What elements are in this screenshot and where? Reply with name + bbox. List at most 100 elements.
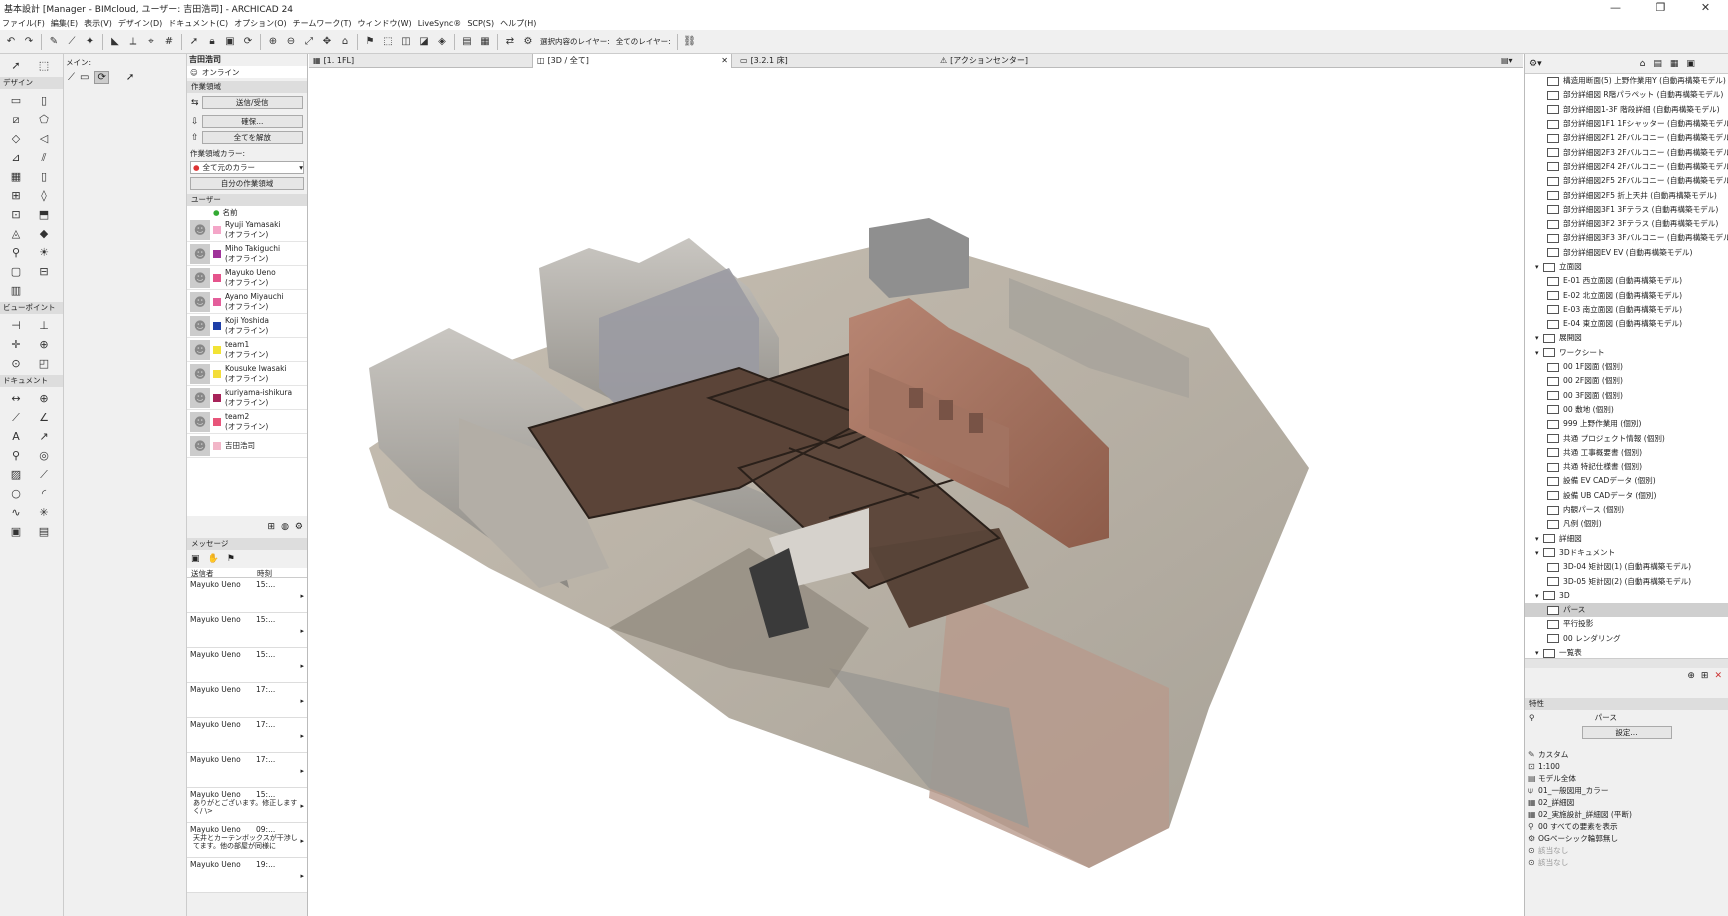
- rectangle-method-icon[interactable]: ▭: [80, 72, 89, 83]
- user-row[interactable]: ☻ Ayano Miyauchi (オフライン): [187, 290, 307, 314]
- expand-arrow-icon[interactable]: ▸: [300, 837, 304, 845]
- workspace-header[interactable]: 作業領域: [187, 81, 307, 93]
- new-folder-icon[interactable]: ⊞: [1701, 671, 1709, 681]
- worksheet-tool-icon[interactable]: ⊕: [30, 335, 58, 354]
- navigator-folder[interactable]: ▾ 立面図: [1525, 260, 1728, 274]
- reserve-button[interactable]: 確保...: [201, 115, 303, 128]
- select-icon[interactable]: ➚: [187, 35, 201, 49]
- column-tool-icon[interactable]: ▯: [30, 91, 58, 110]
- render-icon[interactable]: ◈: [435, 35, 449, 49]
- request-icon[interactable]: ✋: [208, 554, 219, 564]
- message-item[interactable]: Mayuko Ueno 17:... ▸: [187, 753, 307, 788]
- elevation-tool-icon[interactable]: ⊥: [30, 316, 58, 335]
- label-tool-icon[interactable]: ↗: [30, 427, 58, 446]
- circle-tool-icon[interactable]: ○: [2, 484, 30, 503]
- navigator-view-item[interactable]: 平行投影: [1525, 617, 1728, 631]
- maximize-button[interactable]: ❐: [1638, 0, 1683, 16]
- expand-icon[interactable]: ▾: [1535, 589, 1543, 603]
- home-icon[interactable]: ⌂: [338, 35, 352, 49]
- text-tool-icon[interactable]: A: [2, 427, 30, 446]
- guide-line-icon[interactable]: ⟂: [126, 35, 140, 49]
- navigator-view-item[interactable]: E-02 北立面図 (自動再構築モデル): [1525, 288, 1728, 302]
- arc-tool-icon[interactable]: ◜: [30, 484, 58, 503]
- layout-icon[interactable]: ▤: [460, 35, 474, 49]
- navigator-view-item[interactable]: 部分詳細図2F4 2Fバルコニー (自動再構築モデル): [1525, 160, 1728, 174]
- minimize-button[interactable]: —: [1593, 0, 1638, 16]
- color-wheel-icon[interactable]: ◍: [281, 522, 289, 532]
- menu-scp[interactable]: SCP(S): [467, 19, 494, 28]
- figure-tool-icon-2[interactable]: ◎: [30, 446, 58, 465]
- link-icon[interactable]: ⛓: [683, 35, 697, 49]
- navigator-view-item[interactable]: 3D-04 矩計図(1) (自動再構築モデル): [1525, 560, 1728, 574]
- navigator-view-item[interactable]: 部分詳細図3F1 3Fテラス (自動再構築モデル): [1525, 203, 1728, 217]
- navigator-view-item[interactable]: 設備 EV CADデータ (個別): [1525, 474, 1728, 488]
- change-tool-icon[interactable]: ◰: [30, 354, 58, 373]
- user-row[interactable]: ☻ kuriyama-ishikura (オフライン): [187, 386, 307, 410]
- expand-icon[interactable]: ▾: [1535, 646, 1543, 658]
- menu-view[interactable]: 表示(V): [84, 18, 112, 29]
- message-item[interactable]: Mayuko Ueno 15:... ▸: [187, 648, 307, 683]
- beam-tool-icon[interactable]: ⧄: [2, 110, 30, 129]
- 3d-viewport[interactable]: [309, 68, 1523, 916]
- menu-teamwork[interactable]: チームワーク(T): [293, 18, 352, 29]
- spline-tool-icon[interactable]: ∿: [2, 503, 30, 522]
- navigator-view-item[interactable]: 部分詳細図3F2 3Fテラス (自動再構築モデル): [1525, 217, 1728, 231]
- user-row[interactable]: ☻ Kousuke Iwasaki (オフライン): [187, 362, 307, 386]
- section-icon[interactable]: ◫: [399, 35, 413, 49]
- property-row[interactable]: ▦ 02_実施設計_詳細図 (平断): [1525, 809, 1728, 821]
- horizontal-scrollbar[interactable]: [1525, 658, 1728, 668]
- morph2-tool-icon[interactable]: ▢: [2, 262, 30, 281]
- tab-1fl[interactable]: ▦ [1. 1FL]: [309, 54, 509, 68]
- angle-dimension-tool-icon[interactable]: ∠: [30, 408, 58, 427]
- navigator-view-item[interactable]: 設備 UB CADデータ (個別): [1525, 489, 1728, 503]
- menu-help[interactable]: ヘルプ(H): [500, 18, 536, 29]
- orbit-icon[interactable]: ⟳: [241, 35, 255, 49]
- message-item[interactable]: Mayuko Ueno 15:... ▸: [187, 613, 307, 648]
- expand-arrow-icon[interactable]: ▸: [300, 627, 304, 635]
- user-row[interactable]: ☻ team1 (オフライン): [187, 338, 307, 362]
- clone-icon[interactable]: ⊕: [1687, 671, 1695, 681]
- navigator-view-item[interactable]: 部分詳細図 R階パラペット (自動再構築モデル): [1525, 88, 1728, 102]
- menu-window[interactable]: ウィンドウ(W): [358, 18, 412, 29]
- navigator-view-item[interactable]: 凡例 (個別): [1525, 517, 1728, 531]
- expand-icon[interactable]: ▾: [1535, 346, 1543, 360]
- message-item[interactable]: Mayuko Ueno 15:... ▸: [187, 578, 307, 613]
- pan-icon[interactable]: ✥: [320, 35, 334, 49]
- flag-icon[interactable]: ⚑: [363, 35, 377, 49]
- project-map-icon[interactable]: ⌂: [1640, 59, 1646, 69]
- navigator-view-item[interactable]: 999 上野作業用 (個別): [1525, 417, 1728, 431]
- property-row[interactable]: ⊡ 1:100: [1525, 761, 1728, 773]
- navigator-view-item[interactable]: 部分詳細図2F3 2Fバルコニー (自動再構築モデル): [1525, 145, 1728, 159]
- navigator-view-item[interactable]: 部分詳細図2F5 折上天井 (自動再構築モデル): [1525, 188, 1728, 202]
- menu-file[interactable]: ファイル(F): [2, 18, 45, 29]
- grid-tool-icon[interactable]: ⊟: [30, 262, 58, 281]
- expand-arrow-icon[interactable]: ▸: [300, 872, 304, 880]
- message-item[interactable]: Mayuko Ueno 17:... ▸: [187, 718, 307, 753]
- properties-header[interactable]: 特性: [1525, 698, 1728, 710]
- user-row[interactable]: ☻ Mayuko Ueno (オフライン): [187, 266, 307, 290]
- redo-icon[interactable]: ↷: [22, 35, 36, 49]
- expand-icon[interactable]: ▾: [1535, 260, 1543, 274]
- picture-tool-icon[interactable]: ▣: [2, 522, 30, 541]
- navigator-view-item[interactable]: 共通 プロジェクト情報 (個別): [1525, 431, 1728, 445]
- undo-icon[interactable]: ↶: [4, 35, 18, 49]
- drawing-tool-icon[interactable]: ▤: [30, 522, 58, 541]
- property-row[interactable]: ⊙ 該当なし: [1525, 857, 1728, 869]
- property-row[interactable]: ⚲ 00 すべての要素を表示: [1525, 821, 1728, 833]
- release-all-button[interactable]: 全てを解放: [201, 131, 303, 144]
- layer-selector[interactable]: 選択内容のレイヤー:: [540, 37, 610, 46]
- mesh-tool-icon[interactable]: ◬: [2, 224, 30, 243]
- radial-dimension-tool-icon[interactable]: ⟋: [2, 408, 30, 427]
- library-tool-icon[interactable]: ▥: [2, 281, 30, 300]
- navigator-view-item[interactable]: 00 レンダリング: [1525, 632, 1728, 646]
- navigator-folder[interactable]: ▾ 展開図: [1525, 331, 1728, 345]
- zoom-in-icon[interactable]: ⊕: [266, 35, 280, 49]
- geometry-method-icon[interactable]: ⟋: [68, 72, 75, 83]
- user-row[interactable]: ☻ team2 (オフライン): [187, 410, 307, 434]
- door-tool-icon[interactable]: ▯: [30, 167, 58, 186]
- tab-action-center[interactable]: ⚠ [アクションセンター]: [936, 54, 1136, 68]
- navigator-folder[interactable]: ▾ 3D: [1525, 589, 1728, 603]
- grid-snap-icon[interactable]: #: [162, 35, 176, 49]
- navigator-view-item[interactable]: 部分詳細図2F1 2Fバルコニー (自動再構築モデル): [1525, 131, 1728, 145]
- hotspot-tool-icon[interactable]: ✳: [30, 503, 58, 522]
